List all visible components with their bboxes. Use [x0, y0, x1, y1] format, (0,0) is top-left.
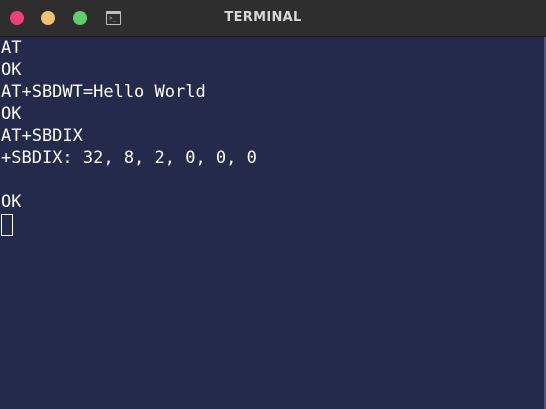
terminal-window: >_ TERMINAL AT OK AT+SBDWT=Hello World O…: [0, 0, 546, 409]
terminal-line: AT: [1, 38, 22, 58]
terminal-line: AT+SBDIX: [1, 126, 83, 146]
title-bar[interactable]: >_ TERMINAL: [0, 0, 546, 37]
terminal-line: AT+SBDWT=Hello World: [1, 82, 206, 102]
window-title: TERMINAL: [224, 10, 302, 25]
terminal-line: +SBDIX: 32, 8, 2, 0, 0, 0: [1, 148, 257, 168]
terminal-line: OK: [1, 104, 22, 124]
terminal-output[interactable]: AT OK AT+SBDWT=Hello World OK AT+SBDIX +…: [1, 37, 546, 409]
text-cursor[interactable]: [1, 214, 13, 236]
terminal-line: OK: [1, 192, 22, 212]
terminal-line: OK: [1, 60, 22, 80]
